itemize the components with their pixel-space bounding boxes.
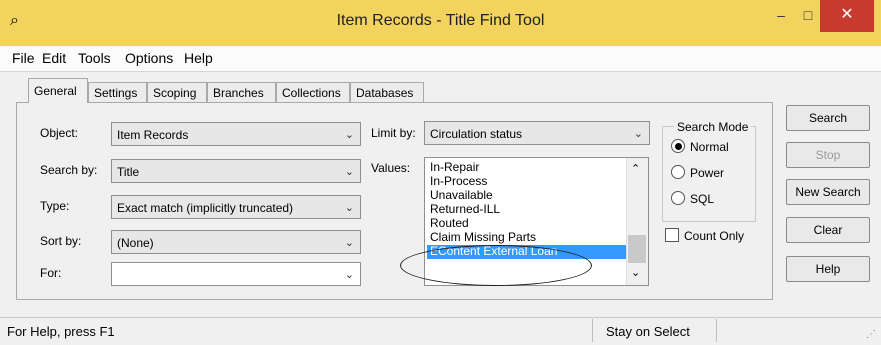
chevron-down-icon[interactable]: ⌄	[345, 128, 354, 141]
tab-collections[interactable]: Collections	[276, 82, 350, 103]
for-input[interactable]: ⌄	[111, 262, 361, 286]
annotation-circle	[400, 245, 592, 286]
type-label: Type:	[40, 199, 70, 213]
count-only-label: Count Only	[684, 229, 745, 243]
for-label: For:	[40, 266, 62, 280]
type-combo[interactable]: Exact match (implicitly truncated) ⌄	[111, 195, 361, 219]
list-item[interactable]: In-Process	[430, 175, 487, 187]
menu-file[interactable]: File	[12, 50, 35, 66]
chevron-down-icon[interactable]: ⌄	[345, 201, 354, 214]
status-help-text: For Help, press F1	[7, 324, 115, 339]
limit-by-combo[interactable]: Circulation status ⌄	[424, 121, 650, 145]
sort-by-label: Sort by:	[40, 234, 82, 248]
count-only-checkbox[interactable]	[665, 228, 679, 242]
list-item[interactable]: In-Repair	[430, 161, 479, 173]
chevron-down-icon[interactable]: ⌄	[345, 268, 354, 281]
tab-scoping[interactable]: Scoping	[147, 82, 207, 103]
menu-tools[interactable]: Tools	[78, 50, 111, 66]
window-title: Item Records - Title Find Tool	[336, 12, 545, 29]
menu-bar: File Edit Tools Options Help	[0, 46, 881, 72]
sql-radio[interactable]	[671, 191, 685, 205]
search-by-value: Title	[117, 165, 140, 179]
scroll-up-icon[interactable]: ⌃	[631, 162, 640, 175]
new-search-button[interactable]: New Search	[786, 179, 870, 205]
values-label: Values:	[371, 161, 411, 175]
status-divider	[716, 319, 717, 342]
close-button[interactable]: ✕	[820, 0, 874, 32]
tab-settings[interactable]: Settings	[88, 82, 147, 103]
limit-by-label: Limit by:	[371, 126, 416, 140]
chevron-down-icon[interactable]: ⌄	[634, 127, 643, 140]
search-mode-title: Search Mode	[674, 120, 752, 134]
tab-databases[interactable]: Databases	[350, 82, 424, 103]
list-item[interactable]: Routed	[430, 217, 469, 229]
help-button[interactable]: Help	[786, 256, 870, 282]
object-combo[interactable]: Item Records ⌄	[111, 122, 361, 146]
status-bar	[0, 317, 881, 345]
status-divider	[592, 319, 593, 342]
search-by-label: Search by:	[40, 163, 98, 177]
search-by-combo[interactable]: Title ⌄	[111, 159, 361, 183]
object-label: Object:	[40, 126, 79, 140]
type-value: Exact match (implicitly truncated)	[117, 201, 294, 215]
status-stay-text: Stay on Select	[606, 324, 690, 339]
sort-by-value: (None)	[117, 236, 154, 250]
sql-label: SQL	[690, 192, 715, 206]
clear-button[interactable]: Clear	[786, 217, 870, 243]
list-item[interactable]: Returned-ILL	[430, 203, 500, 215]
chevron-down-icon[interactable]: ⌄	[345, 236, 354, 249]
list-item[interactable]: Unavailable	[430, 189, 493, 201]
sort-by-combo[interactable]: (None) ⌄	[111, 230, 361, 254]
menu-help[interactable]: Help	[184, 50, 213, 66]
search-button[interactable]: Search	[786, 105, 870, 131]
resize-grip-icon[interactable]: ⋰	[866, 329, 876, 340]
maximize-button[interactable]: □	[797, 0, 819, 32]
object-value: Item Records	[117, 128, 189, 142]
scroll-thumb[interactable]	[628, 235, 646, 263]
menu-edit[interactable]: Edit	[42, 50, 66, 66]
power-radio[interactable]	[671, 165, 685, 179]
chevron-down-icon[interactable]: ⌄	[345, 165, 354, 178]
normal-radio[interactable]	[671, 139, 685, 153]
tab-branches[interactable]: Branches	[207, 82, 276, 103]
list-item[interactable]: Claim Missing Parts	[430, 231, 536, 243]
normal-label: Normal	[690, 140, 729, 154]
limit-by-value: Circulation status	[430, 127, 523, 141]
stop-button[interactable]: Stop	[786, 142, 870, 168]
menu-options[interactable]: Options	[125, 50, 173, 66]
power-label: Power	[690, 166, 725, 180]
minimize-button[interactable]: –	[768, 0, 794, 32]
tab-general[interactable]: General	[28, 78, 88, 103]
scroll-down-icon[interactable]: ⌄	[631, 266, 640, 279]
